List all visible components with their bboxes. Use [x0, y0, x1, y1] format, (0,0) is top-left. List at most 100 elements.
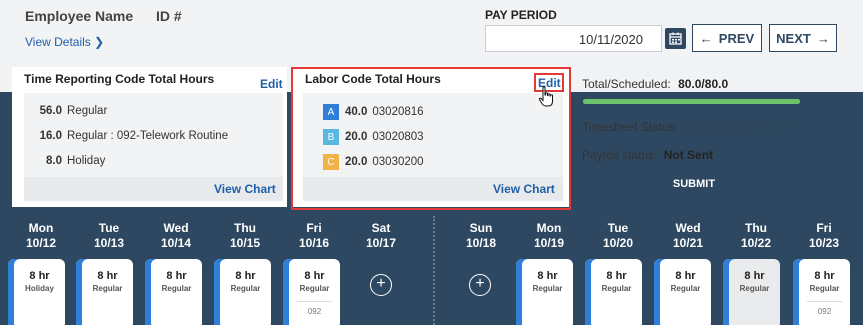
day-date: 10/23 [808, 236, 840, 250]
day-hours: 8 hr [744, 270, 765, 282]
day-card[interactable]: 8 hr Regular [145, 259, 202, 325]
total-label: Total/Scheduled: [582, 77, 671, 91]
day-date: 10/19 [533, 236, 565, 250]
trc-edit-link[interactable]: Edit [260, 77, 283, 91]
add-entry-button[interactable]: + [469, 274, 491, 296]
day-date: 10/12 [25, 236, 57, 250]
hours-progress-fill [583, 99, 800, 104]
day-hours: 8 hr [235, 270, 256, 282]
day-card[interactable]: 8 hr Holiday [8, 259, 65, 325]
trc-card-title: Time Reporting Code Total Hours [24, 72, 215, 86]
labor-row: C 20.0 03030200 [323, 154, 424, 170]
trc-card: Time Reporting Code Total Hours Edit 56.… [12, 67, 287, 207]
next-label: NEXT [776, 30, 811, 46]
day-hours: 8 hr [97, 270, 118, 282]
calendar-icon[interactable] [665, 28, 686, 49]
day-card[interactable]: 8 hr Regular [214, 259, 271, 325]
submit-button[interactable]: SUBMIT [582, 172, 806, 196]
day-date: 10/18 [465, 236, 497, 250]
day-code: Regular [299, 284, 330, 293]
day-header: Thu 10/15 [217, 221, 273, 251]
add-entry-button[interactable]: + [370, 274, 392, 296]
labor-view-chart-link[interactable]: View Chart [493, 182, 555, 196]
day-header: Thu 10/22 [728, 221, 784, 251]
day-of-week: Mon [536, 221, 562, 235]
prev-label: PREV [718, 30, 755, 46]
trc-view-chart-link[interactable]: View Chart [214, 182, 276, 196]
day-hours: 8 hr [814, 270, 835, 282]
day-card[interactable]: 8 hr Regular [76, 259, 133, 325]
labor-row: A 40.0 03020816 [323, 104, 424, 120]
day-code: Regular [739, 284, 770, 293]
day-of-week: Fri [306, 221, 322, 235]
labor-badge: A [323, 104, 339, 120]
day-card[interactable]: 8 hr Regular [654, 259, 711, 325]
day-date: 10/21 [672, 236, 704, 250]
day-hours: 8 hr [606, 270, 627, 282]
day-of-week: Thu [234, 221, 256, 235]
trc-label: Regular [67, 105, 108, 117]
day-date: 10/16 [298, 236, 330, 250]
day-header: Tue 10/13 [81, 221, 137, 251]
day-code: Regular [92, 284, 123, 293]
trc-list: 56.0 Regular 16.0 Regular : 092-Telework R… [24, 93, 283, 201]
day-header: Sun 10/18 [453, 221, 509, 251]
day-code: Regular [532, 284, 563, 293]
labor-card: Labor Code Total Hours Edit A 40.0 03020… [293, 67, 569, 207]
day-of-week: Thu [745, 221, 767, 235]
day-of-week: Mon [28, 221, 54, 235]
day-date: 10/20 [602, 236, 634, 250]
labor-badge: B [323, 129, 339, 145]
trc-row: 8.0 Holiday [32, 155, 105, 167]
employee-id-label: ID # [156, 8, 182, 24]
labor-code: 03020816 [372, 106, 424, 118]
day-code: Regular [230, 284, 261, 293]
day-code: Regular [809, 284, 840, 293]
arrow-left-icon: ← [699, 30, 713, 46]
day-subcode: 092 [807, 301, 842, 316]
employee-name-label: Employee Name [25, 8, 134, 24]
pay-period-label: PAY PERIOD [485, 8, 557, 22]
trc-label: Regular : 092-Telework Routine [67, 130, 229, 142]
day-hours: 8 hr [537, 270, 558, 282]
labor-list: A 40.0 03020816 B 20.0 03020803 C 20.0 0… [303, 93, 563, 201]
pay-period-input[interactable]: 10/11/2020 [485, 25, 662, 52]
payroll-status-label: Payroll status: [582, 148, 658, 162]
view-details-link[interactable]: View Details ❯ [25, 35, 104, 49]
day-card[interactable]: 8 hr Regular [723, 259, 780, 325]
day-hours: 8 hr [304, 270, 325, 282]
day-subcode: 092 [297, 301, 332, 316]
day-of-week: Wed [163, 221, 189, 235]
day-card[interactable]: 8 hr Regular 092 [283, 259, 340, 325]
trc-row: 56.0 Regular [32, 105, 108, 117]
day-card[interactable]: 8 hr Regular [585, 259, 642, 325]
day-card[interactable]: 8 hr Regular [516, 259, 573, 325]
day-date: 10/14 [160, 236, 192, 250]
timesheet-status: Timesheet Status: Needs Submission [582, 120, 792, 134]
trc-row: 16.0 Regular : 092-Telework Routine [32, 130, 228, 142]
day-of-week: Tue [607, 221, 629, 235]
timesheet-status-label: Timesheet Status: [582, 120, 679, 134]
day-date: 10/13 [93, 236, 125, 250]
day-card[interactable]: 8 hr Regular 092 [793, 259, 850, 325]
labor-badge: C [323, 154, 339, 170]
next-button[interactable]: NEXT → [769, 24, 837, 52]
day-code: Regular [670, 284, 701, 293]
day-of-week: Tue [98, 221, 120, 235]
payroll-status: Payroll status: Not Sent [582, 148, 713, 162]
labor-code: 03030200 [372, 156, 424, 168]
arrow-right-icon: → [816, 30, 830, 46]
day-of-week: Sun [469, 221, 493, 235]
day-header: Mon 10/19 [521, 221, 577, 251]
day-header: Tue 10/20 [590, 221, 646, 251]
hand-cursor-icon [538, 86, 553, 107]
day-header: Wed 10/14 [148, 221, 204, 251]
day-hours: 8 hr [166, 270, 187, 282]
timesheet-status-value: Needs Submission [684, 120, 792, 134]
day-date: 10/17 [365, 236, 397, 250]
day-of-week: Wed [675, 221, 701, 235]
labor-row: B 20.0 03020803 [323, 129, 424, 145]
total-value: 80.0/80.0 [678, 77, 729, 91]
day-of-week: Fri [816, 221, 832, 235]
prev-button[interactable]: ← PREV [692, 24, 762, 52]
